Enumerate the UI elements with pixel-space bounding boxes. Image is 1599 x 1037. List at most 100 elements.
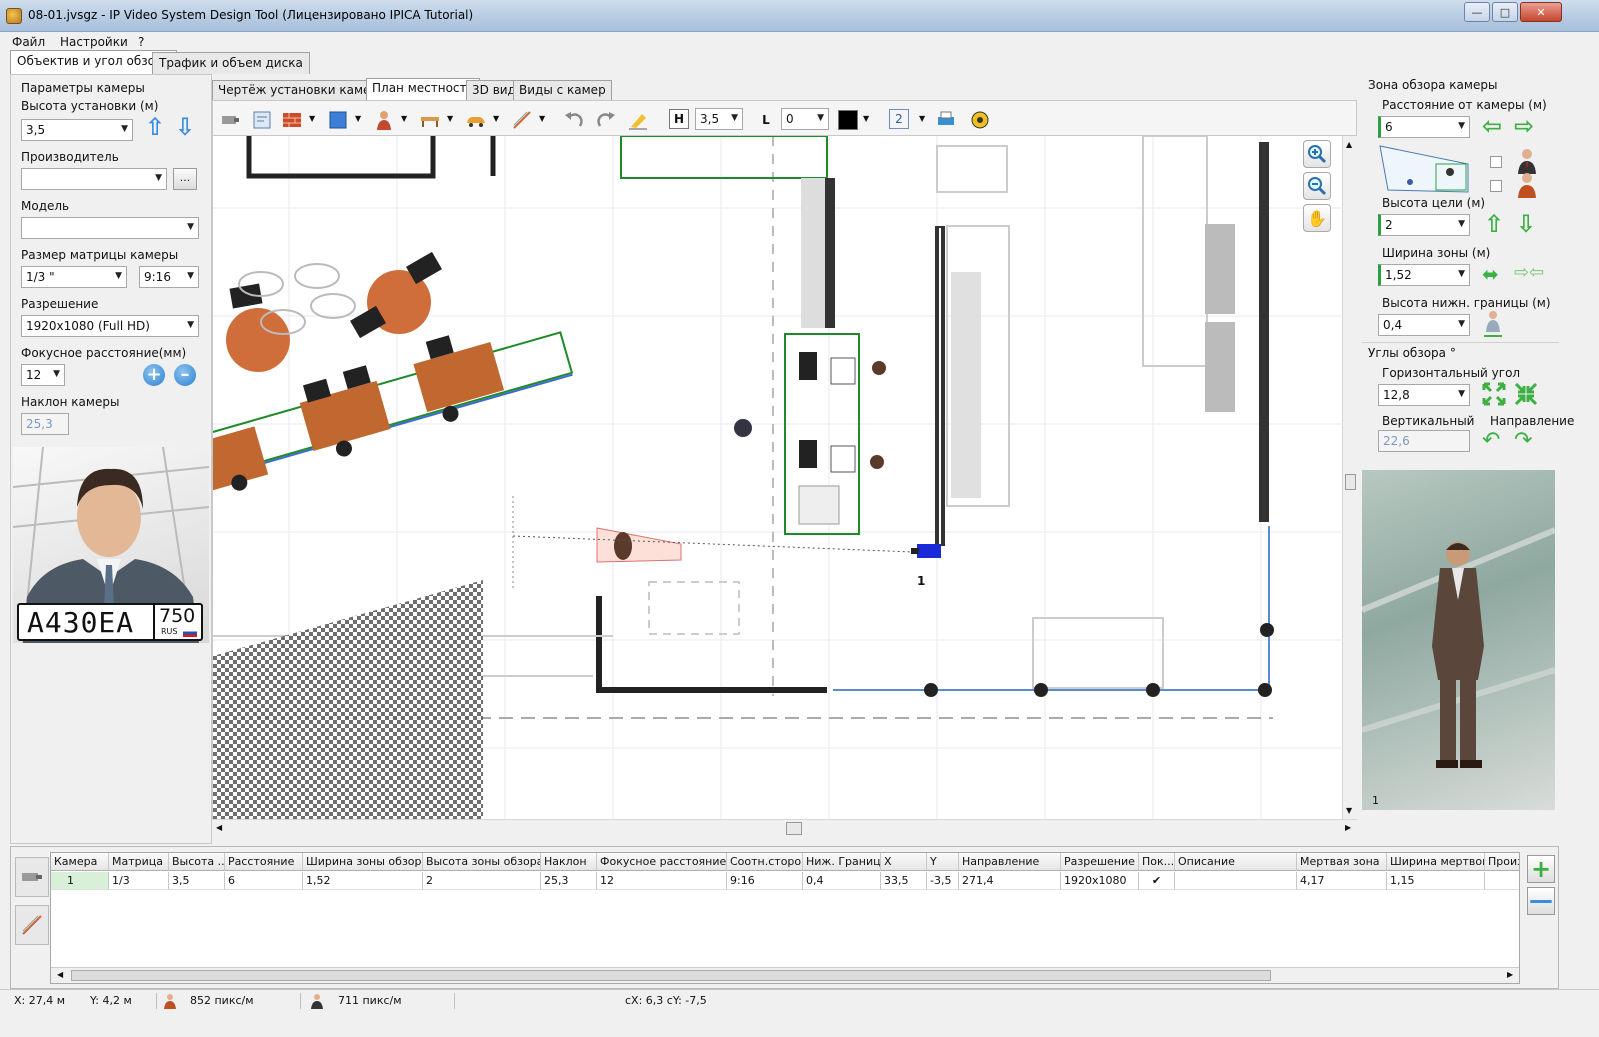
area-tool-icon[interactable] (327, 109, 349, 131)
scroll-left-icon[interactable]: ◀ (57, 970, 63, 979)
vertical-angle-field[interactable]: 22,6 (1378, 430, 1470, 452)
add-camera-button[interactable]: + (1527, 855, 1555, 883)
menu-help[interactable]: ? (138, 35, 144, 49)
close-button[interactable]: ✕ (1520, 2, 1562, 22)
floorplan-tool-icon[interactable] (251, 109, 273, 131)
zoom-in-focal-button[interactable]: + (143, 364, 165, 386)
layer-icon[interactable]: 2 (889, 109, 909, 129)
table-cell[interactable]: 1,52 (303, 872, 423, 890)
manufacturer-browse-button[interactable]: ... (173, 168, 197, 190)
horizontal-scrollbar[interactable]: ◀ ▶ (212, 819, 1357, 837)
table-cell[interactable]: 1,15 (1387, 872, 1485, 890)
rotate-right-icon[interactable]: ↷ (1514, 428, 1532, 453)
arrow-right-icon[interactable]: ⇨ (1514, 114, 1534, 138)
redo-icon[interactable] (595, 109, 617, 131)
zoom-in-button[interactable] (1303, 140, 1331, 168)
table-cell[interactable]: 1920x1080 (1061, 872, 1139, 890)
column-header[interactable]: Произ (1485, 853, 1519, 871)
lower-bound-combo[interactable]: 0,4 ▼ (1378, 314, 1470, 336)
menu-settings[interactable]: Настройки (60, 35, 128, 49)
remove-camera-button[interactable]: — (1527, 887, 1555, 915)
distance-combo[interactable]: 6 ▼ (1378, 116, 1470, 138)
resolution-combo[interactable]: 1920x1080 (Full HD) ▼ (21, 315, 199, 337)
table-cell[interactable]: 271,4 (959, 872, 1061, 890)
column-header[interactable]: Ширина мертвой... (1387, 853, 1485, 871)
column-header[interactable]: Высота ... (169, 853, 225, 871)
eraser-icon[interactable] (627, 109, 649, 131)
vertical-scroll-thumb[interactable] (1345, 474, 1356, 490)
camera-list-tab[interactable] (15, 857, 49, 897)
shrink-width-icon[interactable]: ⇨⇦ (1514, 262, 1544, 283)
table-cell[interactable]: 6 (225, 872, 303, 890)
chevron-down-icon[interactable]: ▼ (447, 114, 453, 123)
manufacturer-combo[interactable]: ▼ (21, 168, 167, 190)
minimize-button[interactable]: — (1464, 2, 1490, 22)
horizontal-scroll-thumb[interactable] (786, 822, 802, 835)
tab-traffic-disk[interactable]: Трафик и объем диска (152, 52, 310, 74)
maximize-button[interactable]: □ (1492, 2, 1518, 22)
table-cell[interactable]: 0,4 (803, 872, 881, 890)
measure-tape-icon[interactable] (969, 109, 991, 131)
wall-tool-icon[interactable] (281, 109, 303, 131)
column-header[interactable]: Разрешение (1061, 853, 1139, 871)
zoom-out-button[interactable] (1303, 172, 1331, 200)
table-scroll-thumb[interactable] (71, 970, 1271, 981)
table-cell[interactable]: 12 (597, 872, 727, 890)
menu-file[interactable]: Файл (12, 35, 45, 49)
color-swatch-icon[interactable] (837, 109, 859, 131)
install-height-combo[interactable]: 3,5 ▼ (21, 119, 133, 141)
table-cell[interactable]: 9:16 (727, 872, 803, 890)
matrix-size-combo[interactable]: 1/3 " ▼ (21, 266, 127, 288)
person-male-checkbox[interactable] (1490, 156, 1502, 168)
rotate-left-icon[interactable]: ↶ (1482, 428, 1500, 453)
table-cell[interactable]: ✔ (1139, 872, 1175, 890)
angle-shrink-icon[interactable] (1514, 382, 1538, 406)
horizontal-angle-combo[interactable]: 12,8 ▼ (1378, 384, 1470, 406)
column-header[interactable]: Y (927, 853, 959, 871)
arrow-down-icon[interactable]: ⇩ (175, 115, 195, 139)
column-header[interactable]: Матрица (109, 853, 169, 871)
table-cell[interactable]: 33,5 (881, 872, 927, 890)
expand-width-icon[interactable]: ⬌ (1482, 262, 1499, 286)
column-header[interactable]: Высота зоны обзора (423, 853, 541, 871)
table-cell[interactable]: 2 (423, 872, 541, 890)
table-cell[interactable]: 4,17 (1297, 872, 1387, 890)
chevron-down-icon[interactable]: ▼ (919, 114, 925, 123)
line-list-tab[interactable] (15, 905, 49, 945)
table-cell[interactable] (1485, 872, 1519, 890)
zoom-out-focal-button[interactable]: – (174, 364, 196, 386)
scroll-right-icon[interactable]: ▶ (1507, 970, 1513, 979)
column-header[interactable]: Фокусное расстояние (597, 853, 727, 871)
arrow-up-icon[interactable]: ⇧ (145, 115, 165, 139)
scroll-up-icon[interactable]: ▲ (1346, 140, 1352, 149)
chevron-down-icon[interactable]: ▼ (493, 114, 499, 123)
chevron-down-icon[interactable]: ▼ (401, 114, 407, 123)
arrow-left-icon[interactable]: ⇦ (1482, 114, 1502, 138)
column-header[interactable]: Мертвая зона (1297, 853, 1387, 871)
column-header[interactable]: X (881, 853, 927, 871)
scroll-left-icon[interactable]: ◀ (216, 823, 222, 832)
toolbar-level-combo[interactable]: 0 ▼ (781, 108, 829, 130)
chevron-down-icon[interactable]: ▼ (863, 114, 869, 123)
pan-hand-button[interactable]: ✋ (1303, 204, 1331, 232)
chevron-down-icon[interactable]: ▼ (309, 114, 315, 123)
vertical-scrollbar[interactable]: ▲ ▼ (1342, 136, 1357, 819)
column-header[interactable]: Ниж. Граница (803, 853, 881, 871)
column-header[interactable]: Описание (1175, 853, 1297, 871)
zone-width-combo[interactable]: 1,52 ▼ (1378, 264, 1470, 286)
furniture-tool-icon[interactable] (419, 109, 441, 131)
column-header[interactable]: Ширина зоны обзора (303, 853, 423, 871)
column-header[interactable]: Камера (51, 853, 109, 871)
column-header[interactable]: Пок... (1139, 853, 1175, 871)
undo-icon[interactable] (563, 109, 585, 131)
tab-camera-views[interactable]: Виды с камер (513, 80, 612, 100)
table-cell[interactable]: 1 (51, 872, 109, 890)
site-plan-canvas[interactable]: 1 ✋ (212, 136, 1342, 819)
table-cell[interactable]: 25,3 (541, 872, 597, 890)
height-tool-icon[interactable]: H (669, 109, 689, 129)
table-cell[interactable] (1175, 872, 1297, 890)
table-cell[interactable]: -3,5 (927, 872, 959, 890)
chevron-down-icon[interactable]: ▼ (539, 114, 545, 123)
camera-tool-icon[interactable] (219, 109, 241, 131)
column-header[interactable]: Наклон (541, 853, 597, 871)
